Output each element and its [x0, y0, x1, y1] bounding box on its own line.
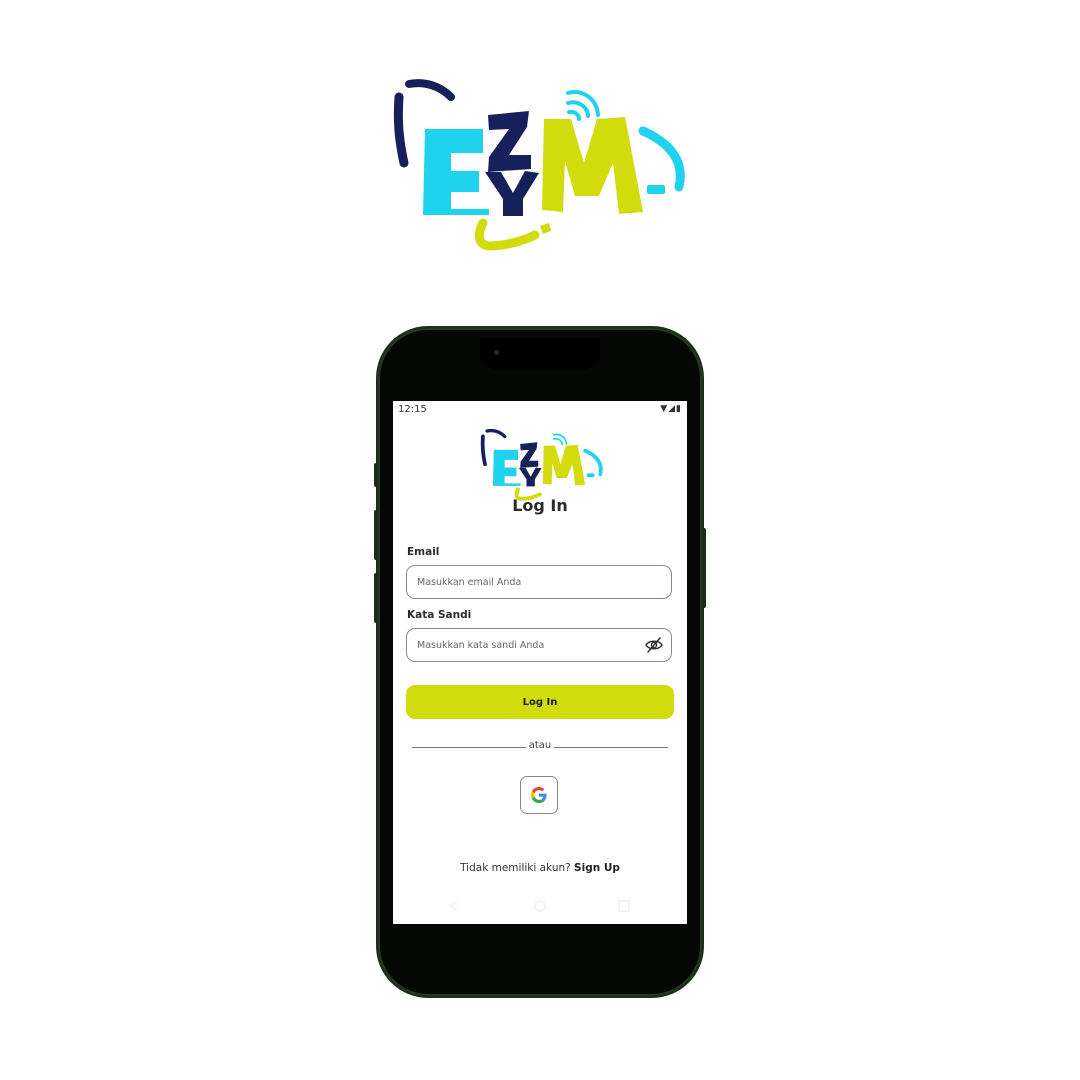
- back-icon: [449, 900, 458, 912]
- recents-icon: [618, 900, 630, 912]
- google-icon: [531, 787, 547, 803]
- phone-notch: [480, 338, 600, 370]
- phone-volume-down: [374, 573, 378, 623]
- login-button[interactable]: Log In: [406, 685, 674, 719]
- eye-off-icon[interactable]: [644, 636, 664, 654]
- phone-mockup: 12:15 ▼◢▮ Log In Email Masukkan email An…: [374, 328, 706, 996]
- home-icon: [534, 900, 546, 912]
- app-screen: 12:15 ▼◢▮ Log In Email Masukkan email An…: [393, 401, 687, 924]
- page-title: Log In: [512, 496, 568, 515]
- divider-text: atau: [528, 740, 552, 751]
- phone-power-button: [702, 528, 706, 608]
- phone-volume-up: [374, 510, 378, 560]
- signup-row: Tidak memiliki akun? Sign Up: [393, 862, 687, 874]
- camera-dot: [494, 350, 499, 355]
- ezym-logo-small: [480, 428, 603, 501]
- google-signin-button[interactable]: [520, 776, 558, 814]
- signup-link[interactable]: Sign Up: [574, 862, 620, 874]
- password-field[interactable]: Masukkan kata sandi Anda: [406, 628, 672, 662]
- divider: atau: [412, 740, 668, 751]
- android-nav-bar: [449, 900, 630, 912]
- signup-prompt: Tidak memiliki akun?: [460, 862, 571, 874]
- phone-side-button: [374, 463, 378, 487]
- password-label: Kata Sandi: [407, 609, 472, 621]
- status-time: 12:15: [398, 404, 427, 415]
- password-placeholder: Masukkan kata sandi Anda: [417, 639, 545, 651]
- status-icons: ▼◢▮: [660, 404, 682, 414]
- email-placeholder: Masukkan email Anda: [417, 576, 522, 588]
- ezym-logo-large: [393, 79, 685, 251]
- email-label: Email: [407, 546, 440, 558]
- email-field[interactable]: Masukkan email Anda: [406, 565, 672, 599]
